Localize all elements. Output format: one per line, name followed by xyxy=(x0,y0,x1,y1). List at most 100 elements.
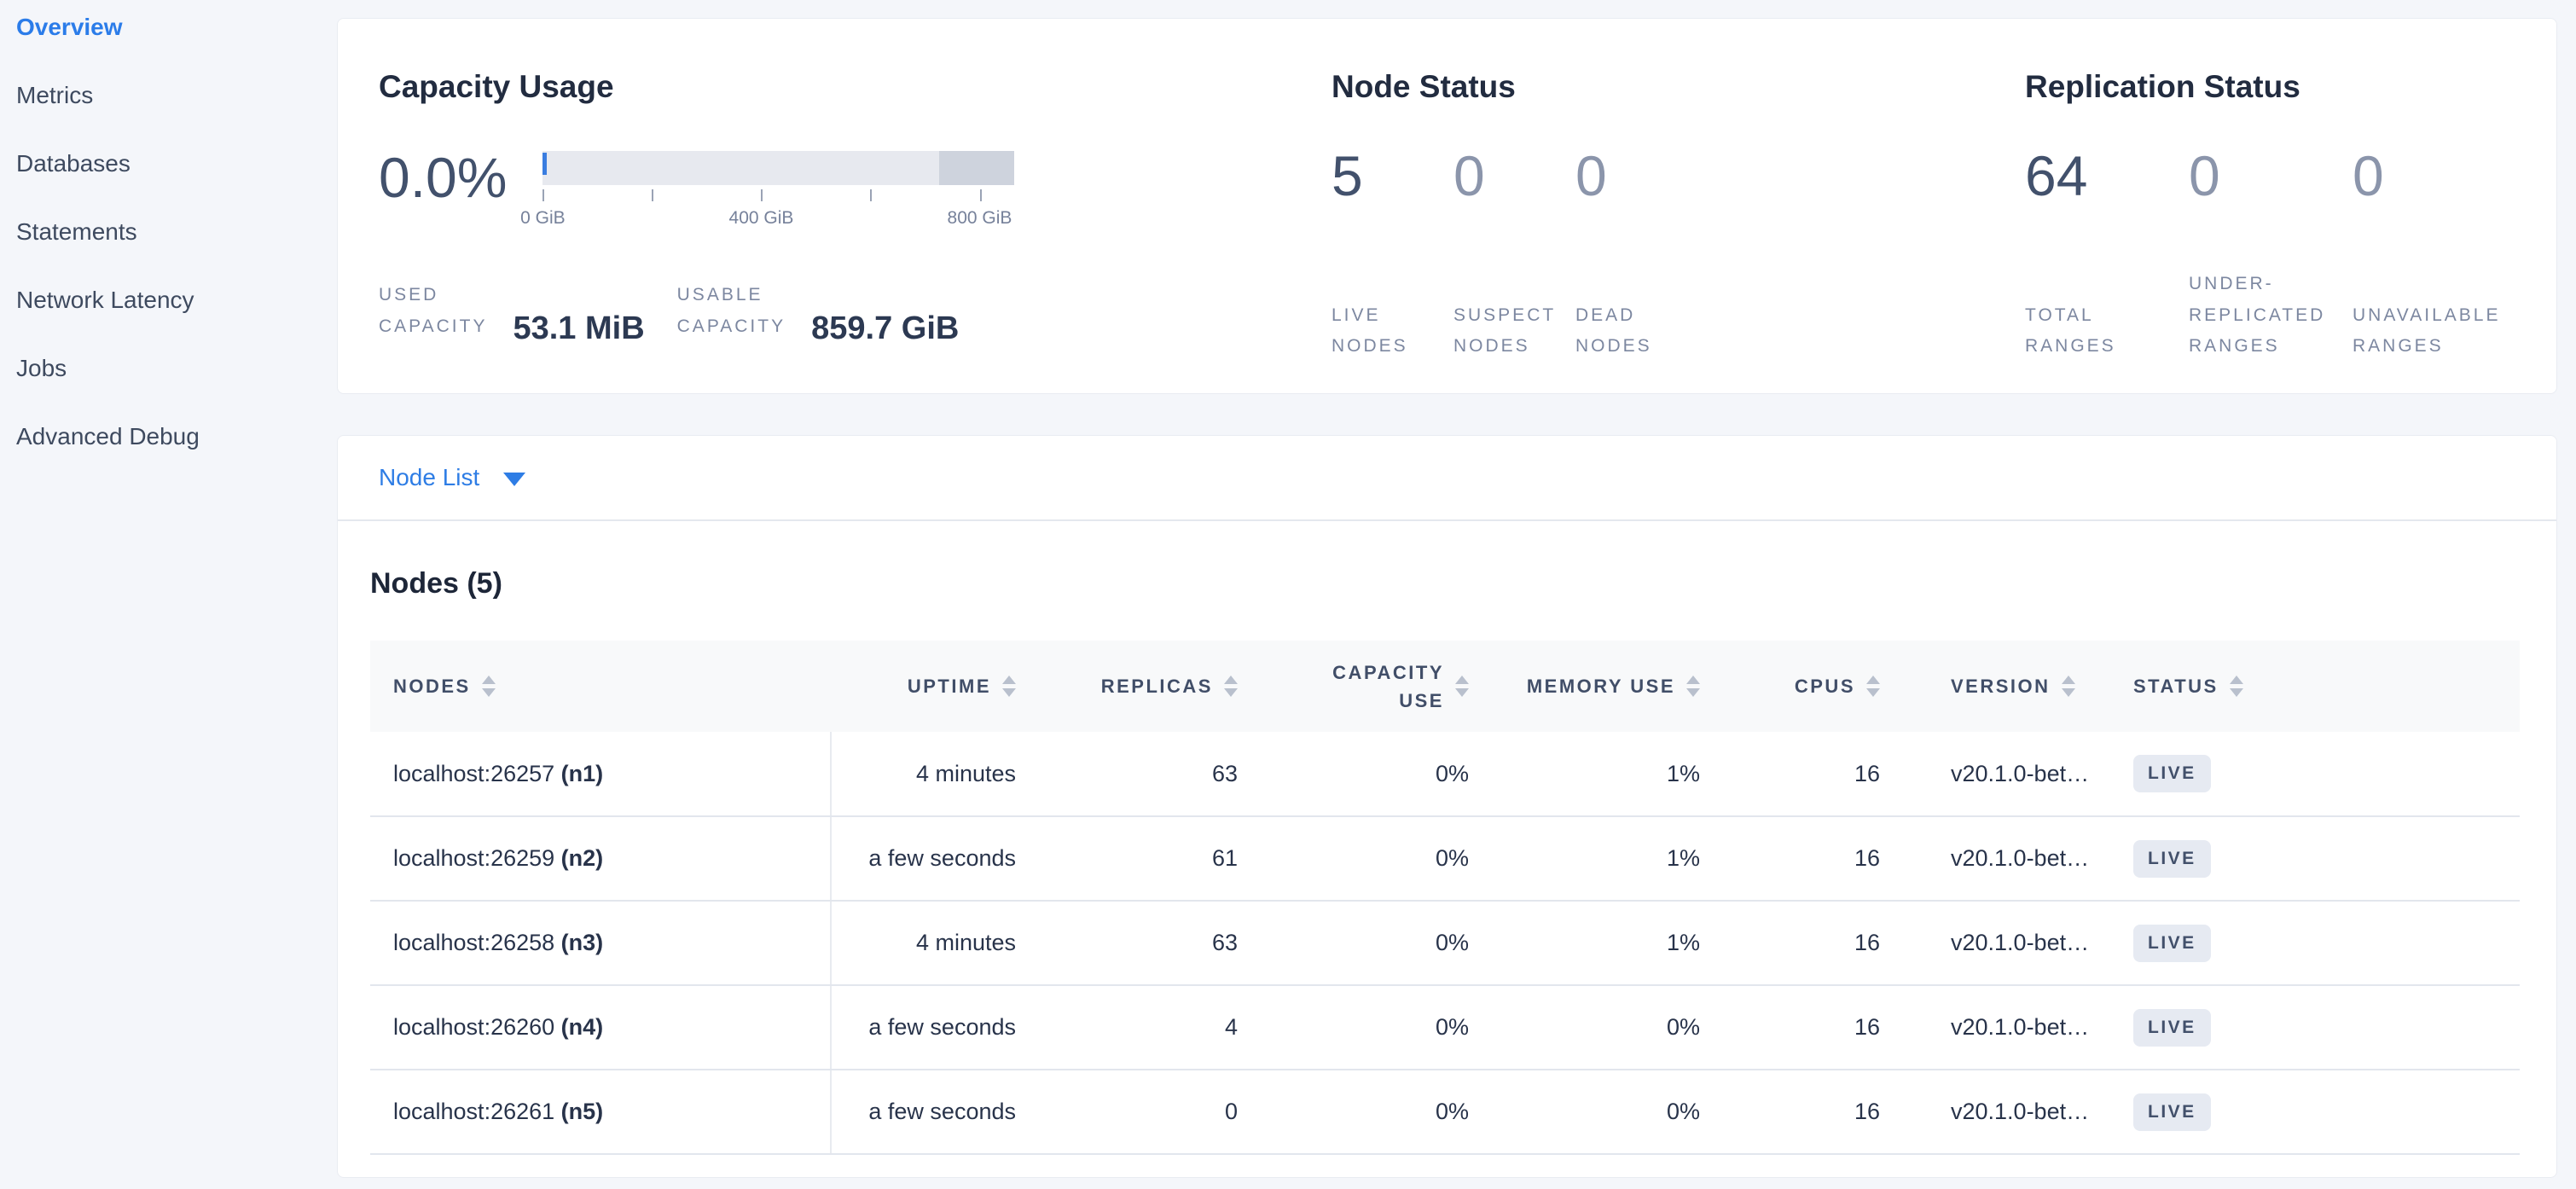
column-header-version[interactable]: VERSION xyxy=(1931,641,2116,732)
column-header-uptime[interactable]: UPTIME xyxy=(831,641,1067,732)
live-status-badge: LIVE xyxy=(2133,840,2211,878)
node-list-dropdown[interactable]: Node List xyxy=(379,464,525,491)
table-row: localhost:26259 (n2) a few seconds 61 0%… xyxy=(370,816,2520,901)
axis-label-800: 800 GiB xyxy=(948,208,1012,229)
node-id: (n1) xyxy=(561,761,604,786)
cpus-cell: 16 xyxy=(1751,732,1931,816)
live-status-badge: LIVE xyxy=(2133,925,2211,962)
column-header-capacity-use[interactable]: CAPACITY USE xyxy=(1289,641,1520,732)
capacity-axis-labels: 0 GiB 400 GiB 800 GiB xyxy=(542,208,1014,232)
capacity-use-cell: 0% xyxy=(1289,985,1520,1070)
node-status-title: Node Status xyxy=(1332,69,2025,105)
uptime-cell: 4 minutes xyxy=(831,732,1067,816)
usable-capacity-label: USABLE CAPACITY xyxy=(677,280,786,343)
sidebar: Overview Metrics Databases Statements Ne… xyxy=(0,0,337,471)
chevron-down-icon xyxy=(503,473,525,486)
memory-use-cell: 0% xyxy=(1520,1070,1751,1154)
table-row: localhost:26257 (n1) 4 minutes 63 0% 1% … xyxy=(370,732,2520,816)
sort-icon[interactable] xyxy=(2230,676,2243,697)
uptime-cell: a few seconds xyxy=(831,816,1067,901)
node-list-dropdown-label: Node List xyxy=(379,464,479,491)
live-status-badge: LIVE xyxy=(2133,1093,2211,1131)
table-row: localhost:26261 (n5) a few seconds 0 0% … xyxy=(370,1070,2520,1154)
live-nodes-value: 5 xyxy=(1332,148,1453,204)
capacity-use-cell: 0% xyxy=(1289,732,1520,816)
node-list-header: Node List xyxy=(338,436,2556,521)
uptime-cell: 4 minutes xyxy=(831,901,1067,985)
capacity-use-cell: 0% xyxy=(1289,1070,1520,1154)
axis-label-0: 0 GiB xyxy=(520,208,566,229)
version-cell: v20.1.0-bet… xyxy=(1931,1070,2116,1154)
sort-icon[interactable] xyxy=(2062,676,2075,697)
total-ranges-stat: 64 TOTAL RANGES xyxy=(2025,148,2189,362)
under-replicated-ranges-value: 0 xyxy=(2189,148,2353,204)
sidebar-item-statements[interactable]: Statements xyxy=(0,198,337,266)
capacity-use-cell: 0% xyxy=(1289,816,1520,901)
node-id: (n5) xyxy=(561,1099,604,1124)
sidebar-item-databases[interactable]: Databases xyxy=(0,130,337,198)
sort-icon[interactable] xyxy=(1002,676,1016,697)
total-ranges-label: TOTAL RANGES xyxy=(2025,300,2189,363)
nodes-table: NODES UPTIME REPLICAS CAPACITY USE MEMOR… xyxy=(370,641,2520,1155)
unavailable-ranges-label: UNAVAILABLE RANGES xyxy=(2353,300,2516,363)
replicas-cell: 61 xyxy=(1067,816,1289,901)
sidebar-item-network-latency[interactable]: Network Latency xyxy=(0,266,337,334)
total-ranges-value: 64 xyxy=(2025,148,2189,204)
node-id: (n4) xyxy=(561,1014,604,1040)
node-address[interactable]: localhost:26260 (n4) xyxy=(370,985,831,1070)
sidebar-item-metrics[interactable]: Metrics xyxy=(0,61,337,130)
suspect-nodes-stat: 0 SUSPECT NODES xyxy=(1453,148,1575,362)
column-header-replicas[interactable]: REPLICAS xyxy=(1067,641,1289,732)
live-nodes-label: LIVE NODES xyxy=(1332,300,1453,363)
column-header-status[interactable]: STATUS xyxy=(2116,641,2520,732)
dead-nodes-label: DEAD NODES xyxy=(1575,300,1697,363)
under-replicated-ranges-stat: 0 UNDER- REPLICATED RANGES xyxy=(2189,148,2353,362)
uptime-cell: a few seconds xyxy=(831,1070,1067,1154)
unavailable-ranges-stat: 0 UNAVAILABLE RANGES xyxy=(2353,148,2516,362)
main-content: Capacity Usage 0.0% xyxy=(337,0,2557,1178)
column-header-memory-use[interactable]: MEMORY USE xyxy=(1520,641,1751,732)
memory-use-cell: 0% xyxy=(1520,985,1751,1070)
sort-icon[interactable] xyxy=(1686,676,1700,697)
capacity-bar-other-segment xyxy=(939,151,1014,185)
version-cell: v20.1.0-bet… xyxy=(1931,985,2116,1070)
column-header-cpus[interactable]: CPUS xyxy=(1751,641,1931,732)
capacity-bar-usable-segment xyxy=(542,151,939,185)
node-address[interactable]: localhost:26258 (n3) xyxy=(370,901,831,985)
node-address[interactable]: localhost:26261 (n5) xyxy=(370,1070,831,1154)
sidebar-item-overview[interactable]: Overview xyxy=(0,0,337,61)
capacity-usage-panel: Capacity Usage 0.0% xyxy=(338,19,1332,393)
table-row: localhost:26258 (n3) 4 minutes 63 0% 1% … xyxy=(370,901,2520,985)
sidebar-item-advanced-debug[interactable]: Advanced Debug xyxy=(0,403,337,471)
nodes-section-title: Nodes (5) xyxy=(370,567,2518,600)
column-header-nodes[interactable]: NODES xyxy=(370,641,831,732)
sort-icon[interactable] xyxy=(482,676,496,697)
node-list-card: Node List Nodes (5) NODES UPTIME REPLICA… xyxy=(337,435,2557,1178)
sort-icon[interactable] xyxy=(1455,676,1469,697)
version-cell: v20.1.0-bet… xyxy=(1931,816,2116,901)
node-status-panel: Node Status 5 LIVE NODES 0 SUSPECT NODES… xyxy=(1332,19,2025,393)
replicas-cell: 0 xyxy=(1067,1070,1289,1154)
sort-icon[interactable] xyxy=(1224,676,1238,697)
replicas-cell: 63 xyxy=(1067,732,1289,816)
replicas-cell: 63 xyxy=(1067,901,1289,985)
node-address[interactable]: localhost:26259 (n2) xyxy=(370,816,831,901)
capacity-bar-chart: 0 GiB 400 GiB 800 GiB xyxy=(542,149,1014,232)
cpus-cell: 16 xyxy=(1751,1070,1931,1154)
capacity-percent: 0.0% xyxy=(379,149,507,232)
node-address[interactable]: localhost:26257 (n1) xyxy=(370,732,831,816)
used-capacity-value: 53.1 MiB xyxy=(513,310,644,347)
cluster-summary-card: Capacity Usage 0.0% xyxy=(337,18,2557,394)
live-nodes-stat: 5 LIVE NODES xyxy=(1332,148,1453,362)
axis-label-400: 400 GiB xyxy=(729,208,794,229)
memory-use-cell: 1% xyxy=(1520,816,1751,901)
live-status-badge: LIVE xyxy=(2133,1009,2211,1047)
sort-icon[interactable] xyxy=(1866,676,1880,697)
uptime-cell: a few seconds xyxy=(831,985,1067,1070)
dead-nodes-value: 0 xyxy=(1575,148,1697,204)
sidebar-item-jobs[interactable]: Jobs xyxy=(0,334,337,403)
node-id: (n2) xyxy=(561,845,604,871)
cpus-cell: 16 xyxy=(1751,985,1931,1070)
version-cell: v20.1.0-bet… xyxy=(1931,732,2116,816)
capacity-use-cell: 0% xyxy=(1289,901,1520,985)
